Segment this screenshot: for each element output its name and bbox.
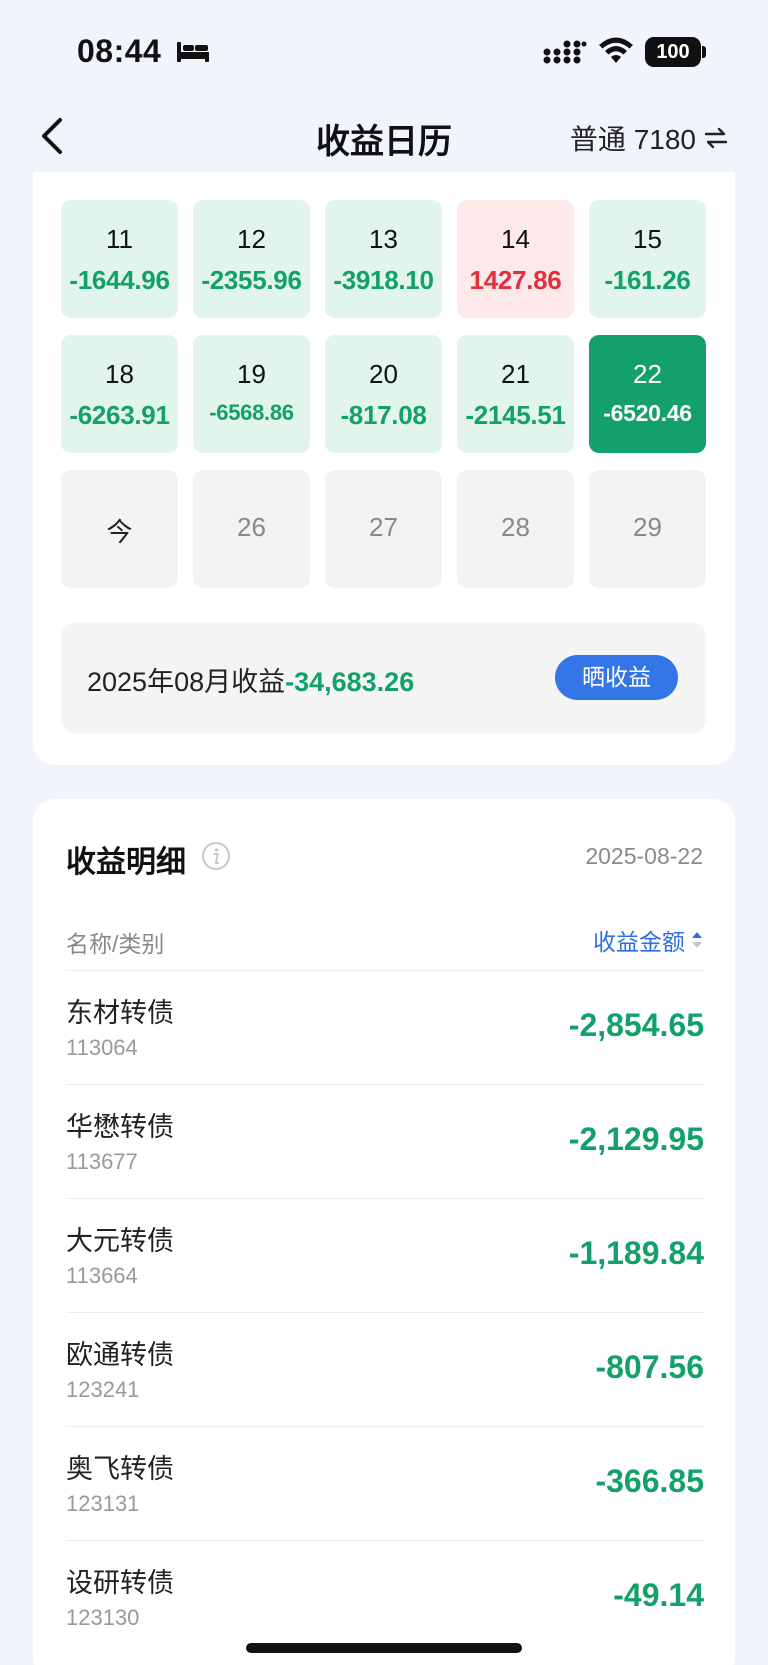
cell-day: 19: [237, 359, 266, 389]
calendar-cell[interactable]: 18 -6263.91: [61, 335, 178, 453]
bed-icon: [177, 42, 209, 62]
cell-day: 21: [501, 359, 530, 389]
cell-day: 26: [237, 512, 266, 542]
nav-bar: 收益日历 普通 7180: [0, 100, 768, 172]
detail-date: 2025-08-22: [585, 843, 703, 869]
calendar-cell[interactable]: 20 -817.08: [325, 335, 442, 453]
bond-name: 欧通转债: [66, 1340, 174, 1370]
earnings-row[interactable]: 华懋转债 113677 -2,129.95: [66, 1084, 704, 1198]
cell-value: -6520.46: [603, 400, 692, 426]
month-summary-value: -34,683.26: [285, 667, 415, 697]
calendar-cell[interactable]: 14 1427.86: [457, 200, 574, 318]
calendar-cell[interactable]: 26: [193, 470, 310, 588]
earnings-row[interactable]: 奥飞转债 123131 -366.85: [66, 1426, 704, 1540]
bond-code: 113677: [66, 1149, 138, 1174]
status-bar: 08:44 100: [0, 0, 768, 100]
cell-value: 1427.86: [469, 265, 562, 295]
column-header-name: 名称/类别: [66, 931, 165, 957]
battery-indicator: 100: [645, 37, 701, 67]
cell-value: -6568.86: [209, 400, 294, 425]
bond-name: 华懋转债: [66, 1112, 174, 1142]
home-indicator[interactable]: [246, 1643, 522, 1653]
cell-day: 今: [106, 517, 133, 547]
calendar-cell-today[interactable]: 今: [61, 470, 178, 588]
month-summary-label: 2025年08月收益: [87, 667, 286, 697]
bond-name: 大元转债: [66, 1226, 174, 1256]
calendar-cell[interactable]: 29: [589, 470, 706, 588]
calendar-cell[interactable]: 19 -6568.86: [193, 335, 310, 453]
cell-value: -2145.51: [465, 400, 566, 430]
calendar-cell[interactable]: 27: [325, 470, 442, 588]
account-switch[interactable]: 普通 7180: [570, 118, 728, 158]
cell-day: 12: [237, 224, 266, 254]
cell-value: -2355.96: [201, 265, 302, 295]
cell-day: 11: [106, 224, 133, 254]
info-icon[interactable]: [201, 841, 231, 871]
bond-name: 东材转债: [66, 998, 174, 1028]
column-header-amount: 收益金额: [593, 929, 685, 955]
earnings-row[interactable]: 设研转债 123130 -49.14: [66, 1540, 704, 1654]
earnings-row[interactable]: 欧通转债 123241 -807.56: [66, 1312, 704, 1426]
month-summary-text: 2025年08月收益-34,683.26: [87, 660, 414, 699]
share-earnings-button[interactable]: 晒收益: [555, 655, 678, 700]
cell-day: 27: [369, 512, 398, 542]
bond-amount: -49.14: [613, 1577, 704, 1613]
bond-amount: -366.85: [595, 1463, 704, 1499]
month-summary: 2025年08月收益-34,683.26 晒收益: [61, 622, 706, 733]
column-header-amount-sort[interactable]: 收益金额: [593, 923, 703, 957]
status-time: 08:44: [77, 33, 162, 69]
cell-day: 22: [633, 359, 662, 389]
cell-value: -817.08: [340, 400, 427, 430]
cell-day: 14: [501, 224, 530, 254]
cell-day: 20: [369, 359, 398, 389]
sort-icon: [692, 932, 702, 948]
cell-value: -1644.96: [69, 265, 170, 295]
cell-value: -6263.91: [69, 400, 170, 430]
bond-name: 奥飞转债: [66, 1454, 174, 1484]
earnings-list: 东材转债 113064 -2,854.65 华懋转债 113677 -2,129…: [66, 970, 704, 1654]
earnings-row[interactable]: 东材转债 113064 -2,854.65: [66, 970, 704, 1084]
bond-amount: -2,854.65: [568, 1007, 704, 1043]
calendar-card: 11 -1644.96 12 -2355.96 13 -3918.10 14 1…: [33, 172, 735, 765]
calendar-cell[interactable]: 13 -3918.10: [325, 200, 442, 318]
bond-code: 113064: [66, 1035, 138, 1060]
cell-value: -161.26: [604, 265, 691, 295]
bond-code: 123241: [66, 1377, 140, 1402]
bond-amount: -2,129.95: [568, 1121, 704, 1157]
calendar-cell-selected[interactable]: 22 -6520.46: [589, 335, 706, 453]
bond-amount: -1,189.84: [568, 1235, 704, 1271]
battery-tip: [702, 46, 706, 58]
calendar-cell[interactable]: 21 -2145.51: [457, 335, 574, 453]
calendar-cell[interactable]: 28: [457, 470, 574, 588]
cell-day: 18: [105, 359, 134, 389]
cell-day: 15: [633, 224, 662, 254]
cell-day: 28: [501, 512, 530, 542]
bond-code: 123130: [66, 1605, 140, 1630]
calendar-cell[interactable]: 12 -2355.96: [193, 200, 310, 318]
swap-icon: [704, 127, 728, 149]
signal-icon: [543, 40, 587, 64]
earnings-row[interactable]: 大元转债 113664 -1,189.84: [66, 1198, 704, 1312]
wifi-icon: [599, 37, 633, 63]
calendar-cell[interactable]: 15 -161.26: [589, 200, 706, 318]
detail-title: 收益明细: [66, 846, 186, 879]
cell-day: 29: [633, 512, 662, 542]
bond-code: 123131: [66, 1491, 140, 1516]
account-label: 普通 7180: [569, 124, 696, 155]
calendar-cell[interactable]: 11 -1644.96: [61, 200, 178, 318]
cell-day: 13: [369, 224, 398, 254]
cell-value: -3918.10: [333, 265, 434, 295]
bond-amount: -807.56: [595, 1349, 704, 1385]
bond-code: 113664: [66, 1263, 138, 1288]
earnings-detail-card: 收益明细 2025-08-22 名称/类别 收益金额 东材转债 113064 -…: [33, 799, 735, 1665]
bond-name: 设研转债: [66, 1568, 174, 1598]
